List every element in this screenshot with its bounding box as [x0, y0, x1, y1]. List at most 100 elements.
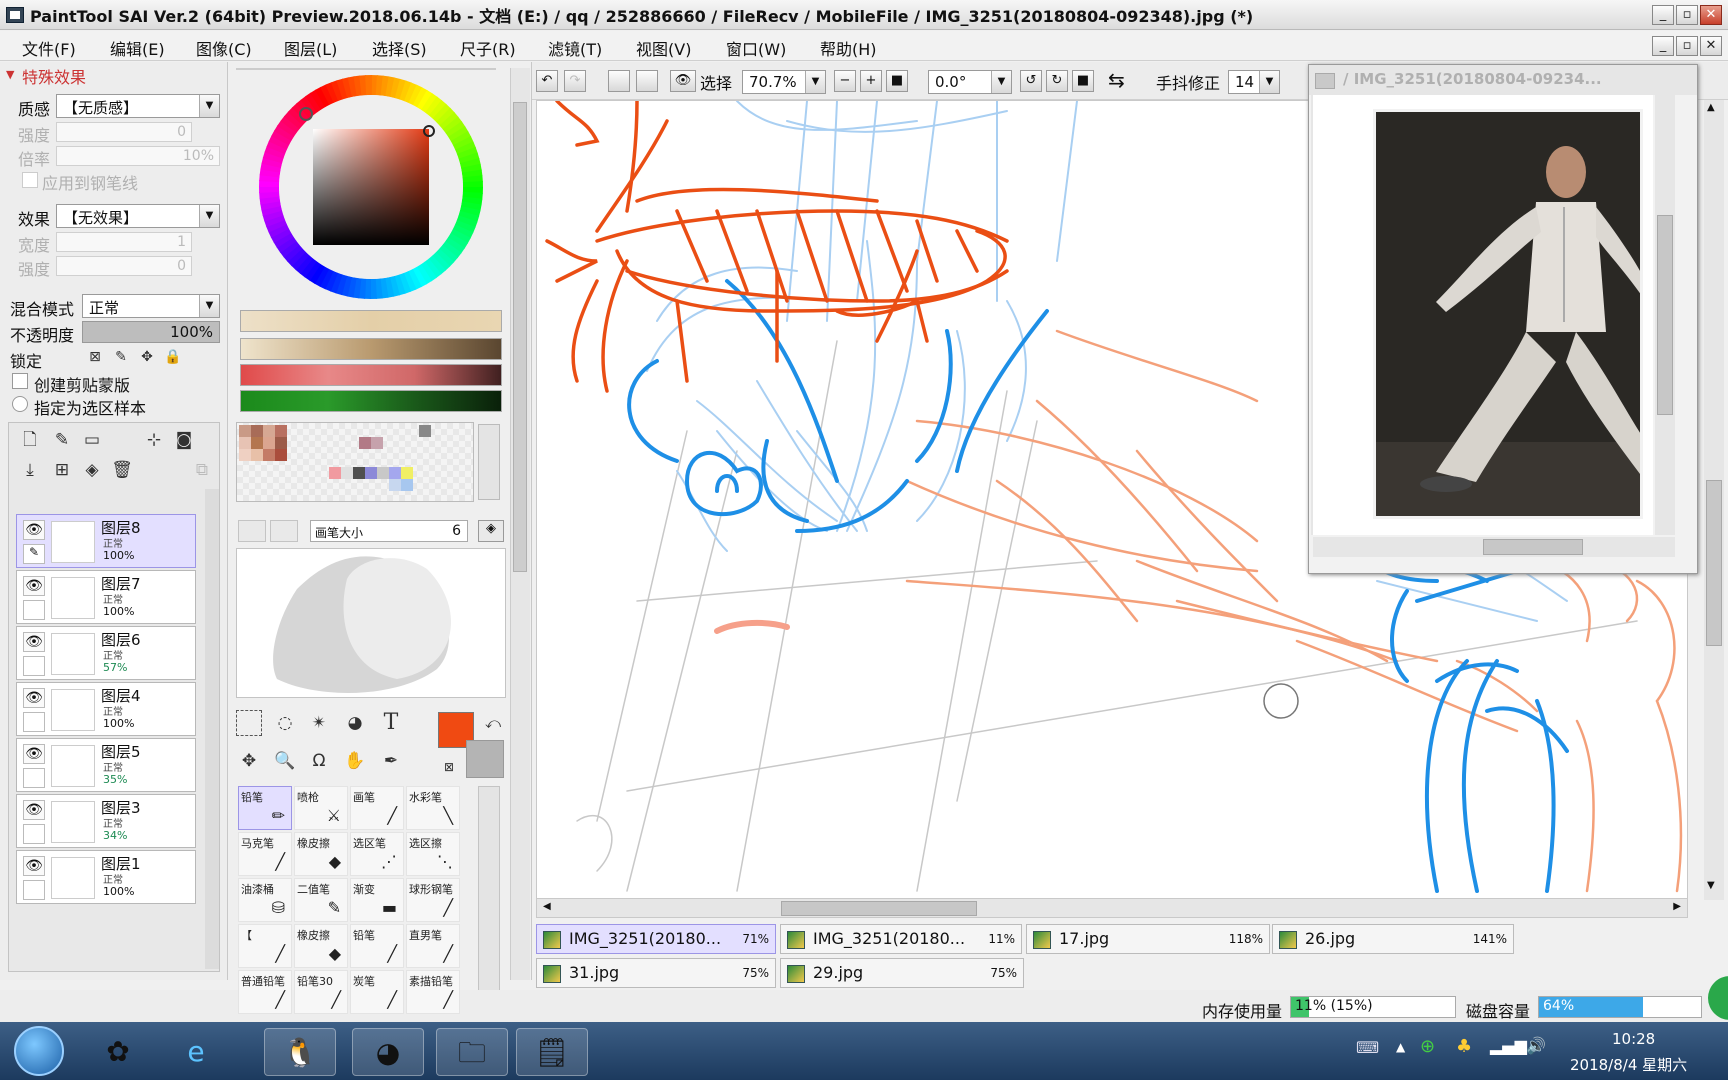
clipping-checkbox[interactable]	[12, 373, 28, 389]
close-button[interactable]: ✕	[1700, 5, 1722, 25]
document-tab[interactable]: 29.jpg 75%	[780, 958, 1024, 988]
rotate-right-button[interactable]: ↻	[1046, 70, 1068, 92]
stabilizer-select[interactable]: 14 ▼	[1228, 70, 1280, 94]
tool-slot[interactable]: 画笔 ╱	[350, 786, 404, 830]
zoom-reset-button[interactable]: ■	[886, 70, 908, 92]
zoom-select[interactable]: 70.7% ▼	[742, 70, 826, 94]
delete-layer-icon[interactable]: 🗑	[109, 457, 135, 483]
mask-icon[interactable]: ◙	[171, 427, 197, 453]
menu-window[interactable]: 窗口(W)	[726, 36, 786, 60]
layer-pen-icon[interactable]	[23, 712, 45, 732]
layer-row[interactable]: 👁 图层1 正常 100%	[16, 850, 196, 904]
layer-row[interactable]: 👁 图层3 正常 34%	[16, 794, 196, 848]
visibility-eye-icon[interactable]: 👁	[23, 688, 45, 708]
palette-scrollbar[interactable]	[478, 424, 500, 500]
swatch-palette[interactable]	[236, 422, 474, 502]
menu-ruler[interactable]: 尺子(R)	[460, 36, 516, 60]
zoom-in-button[interactable]: +	[860, 70, 882, 92]
taskbar-sai[interactable]: ◕	[352, 1028, 424, 1076]
volume-icon[interactable]: 🔊	[1526, 1036, 1546, 1055]
layer-pen-icon[interactable]	[23, 768, 45, 788]
layer-row[interactable]: 👁 图层4 正常 100%	[16, 682, 196, 736]
network-icon[interactable]: ▂▄▆	[1490, 1036, 1527, 1055]
secondary-color-swatch[interactable]	[466, 740, 504, 778]
layer-pen-icon[interactable]: ✎	[23, 544, 45, 564]
visibility-eye-icon[interactable]: 👁	[23, 800, 45, 820]
tray-icon-1[interactable]: ⊕	[1420, 1036, 1435, 1057]
rotation-select[interactable]: 0.0° ▼	[928, 70, 1012, 94]
document-tab[interactable]: 26.jpg 141%	[1272, 924, 1514, 954]
clear-icon[interactable]: ◈	[79, 457, 105, 483]
menu-select[interactable]: 选择(S)	[372, 36, 427, 60]
tool-slot[interactable]: 二值笔 ✎	[294, 878, 348, 922]
menu-file[interactable]: 文件(F)	[22, 36, 76, 60]
rotate-reset-button[interactable]: ■	[1072, 70, 1094, 92]
document-tab[interactable]: 31.jpg 75%	[536, 958, 776, 988]
document-tab[interactable]: IMG_3251(20180... 71%	[536, 924, 776, 954]
swap-colors-icon[interactable]: ⤺	[480, 710, 506, 736]
shape-icon[interactable]: ◕	[342, 710, 368, 736]
transparent-color-icon[interactable]: ⊠	[436, 754, 462, 780]
visibility-eye-icon[interactable]: 👁	[23, 520, 45, 540]
keyboard-icon[interactable]: ⌨	[1356, 1038, 1379, 1057]
scroll-right-icon[interactable]: ▶	[1673, 901, 1681, 912]
doc-restore-button[interactable]: ▫	[1676, 36, 1698, 56]
color-wheel[interactable]	[256, 72, 486, 302]
layer-row[interactable]: 👁 图层6 正常 57%	[16, 626, 196, 680]
visibility-eye-icon[interactable]: 👁	[23, 856, 45, 876]
redo-button[interactable]: ↷	[564, 70, 586, 92]
doc-minimize-button[interactable]: _	[1652, 36, 1674, 56]
width-slider[interactable]: 1	[56, 232, 192, 252]
new-folder-icon[interactable]: ▭	[79, 427, 105, 453]
tool-slot[interactable]: 油漆桶 ⛁	[238, 878, 292, 922]
visibility-eye-icon[interactable]: 👁	[23, 632, 45, 652]
doc-close-button[interactable]: ✕	[1700, 36, 1722, 56]
zoom-out-button[interactable]: −	[834, 70, 856, 92]
brush-undo-button[interactable]	[238, 520, 266, 542]
navigator-hscrollbar[interactable]	[1313, 537, 1675, 557]
opacity-slider[interactable]: 100%	[82, 321, 220, 343]
taskbar-ie[interactable]: e	[160, 1028, 232, 1076]
menu-edit[interactable]: 编辑(E)	[110, 36, 165, 60]
new-layer-icon[interactable]: 🗋	[17, 427, 43, 453]
undo-button[interactable]: ↶	[536, 70, 558, 92]
lock-transparency-icon[interactable]: ⊠	[82, 344, 108, 370]
tool-slot[interactable]: 橡皮擦 ◆	[294, 924, 348, 968]
zoom-icon[interactable]: 🔍	[272, 748, 298, 774]
taskbar-explorer[interactable]: 🗀	[436, 1028, 508, 1076]
layer-scrollbar[interactable]	[205, 489, 219, 969]
crop-icon[interactable]: ⊹	[141, 427, 167, 453]
brush-redo-button[interactable]	[270, 520, 298, 542]
scroll-left-icon[interactable]: ◀	[543, 901, 551, 912]
tool-scrollbar[interactable]	[478, 786, 500, 992]
lasso-icon[interactable]: ◌	[272, 710, 298, 736]
blend-mode-select[interactable]: 正常 ▼	[82, 294, 220, 318]
collapse-arrow-icon[interactable]: ▼	[6, 68, 14, 81]
strength-slider[interactable]: 0	[56, 122, 192, 142]
text-icon[interactable]: T	[378, 710, 404, 736]
strength2-slider[interactable]: 0	[56, 256, 192, 276]
lock-paint-icon[interactable]: ✎	[108, 344, 134, 370]
maximize-button[interactable]: ▫	[1676, 5, 1698, 25]
color-slider-2[interactable]	[240, 338, 502, 360]
transfer-icon[interactable]: ⊞	[49, 457, 75, 483]
tool-slot[interactable]: 铅笔 ✏	[238, 786, 292, 830]
merge-down-icon[interactable]: ⤓	[17, 457, 43, 483]
layer-pen-icon[interactable]	[23, 600, 45, 620]
canvas-hscrollbar[interactable]: ◀ ▶	[536, 898, 1688, 918]
layer-extra-icon[interactable]: ⧉	[189, 457, 215, 483]
minimize-button[interactable]: _	[1652, 5, 1674, 25]
canvas-vscrollbar[interactable]: ▲ ▼	[1704, 100, 1724, 900]
menu-help[interactable]: 帮助(H)	[820, 36, 877, 60]
scale-slider[interactable]: 10%	[56, 146, 220, 166]
tool-slot[interactable]: 橡皮擦 ◆	[294, 832, 348, 876]
panel-scrollbar[interactable]	[510, 68, 530, 980]
menu-view[interactable]: 视图(V)	[636, 36, 691, 60]
rect-select-icon[interactable]	[236, 710, 262, 736]
navigator-window[interactable]: / IMG_3251(20180804-09234...	[1308, 64, 1698, 574]
deselect-button[interactable]	[608, 70, 630, 92]
eyedropper-icon[interactable]: ✒	[378, 748, 404, 774]
hand-icon[interactable]: ✋	[342, 748, 368, 774]
magic-wand-icon[interactable]: ✴	[306, 710, 332, 736]
navigator-vscrollbar[interactable]	[1655, 95, 1675, 535]
